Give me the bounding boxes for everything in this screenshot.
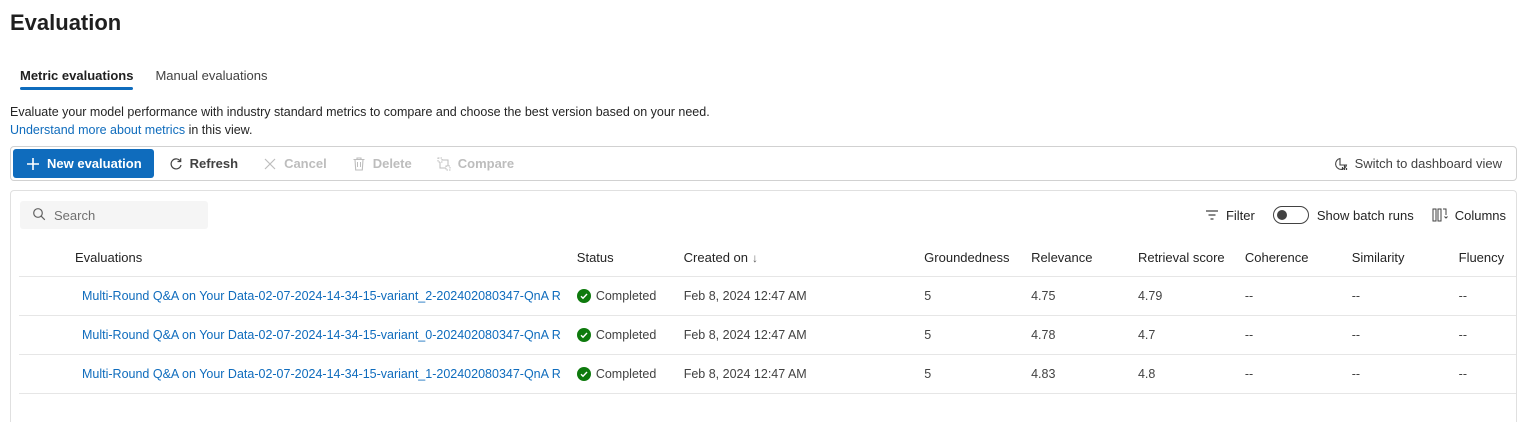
check-circle-icon [576,289,591,303]
similarity-cell: -- [1351,328,1361,342]
toggle-switch[interactable] [1272,206,1309,224]
header-created-on[interactable]: Created on ↓ [684,250,925,265]
filter-icon [1205,209,1219,221]
search-input[interactable] [54,207,194,223]
coherence-cell: -- [1244,367,1254,381]
show-batch-runs-label: Show batch runs [1316,207,1414,223]
columns-icon [1432,208,1448,222]
table-header-row: Evaluations Status Created on ↓ Groundedn… [19,238,1516,277]
status-text: Completed [595,367,657,381]
tab-list: Metric evaluations Manual evaluations [10,60,279,94]
status-text: Completed [595,289,657,303]
plus-icon [25,156,41,172]
header-groundedness[interactable]: Groundedness [924,250,1031,265]
refresh-icon [168,156,184,172]
created-on-cell: Feb 8, 2024 12:47 AM [683,328,807,342]
filter-label: Filter [1225,207,1255,223]
filter-button[interactable]: Filter [1205,208,1255,223]
coherence-cell: -- [1244,328,1254,342]
understand-metrics-link[interactable]: Understand more about metrics [10,123,185,137]
refresh-button[interactable]: Refresh [156,149,250,178]
show-batch-runs-toggle[interactable]: Show batch runs [1272,206,1414,224]
compare-label: Compare [457,156,515,171]
columns-label: Columns [1454,207,1506,223]
evaluation-name-link[interactable]: Multi-Round Q&A on Your Data-02-07-2024-… [19,289,577,303]
switch-dashboard-label: Switch to dashboard view [1354,156,1502,171]
fluency-cell: -- [1458,328,1467,342]
table-row[interactable]: Multi-Round Q&A on Your Data-02-07-2024-… [19,355,1516,394]
header-coherence[interactable]: Coherence [1245,250,1352,265]
trash-icon [351,156,367,172]
sort-descending-icon: ↓ [752,250,758,265]
fluency-cell: -- [1458,367,1467,381]
grid-toolbar: Filter Show batch runs Columns [1187,203,1506,227]
cancel-button[interactable]: Cancel [250,149,339,178]
cancel-label: Cancel [284,156,327,171]
table-row[interactable]: Multi-Round Q&A on Your Data-02-07-2024-… [19,277,1516,316]
switch-dashboard-view-button[interactable]: Switch to dashboard view [1321,149,1514,178]
new-evaluation-label: New evaluation [47,156,142,171]
command-bar: New evaluation Refresh Cancel Delete Com… [10,146,1517,181]
similarity-cell: -- [1351,367,1361,381]
status-cell: Completed [576,367,684,381]
compare-icon [436,156,452,172]
created-on-cell: Feb 8, 2024 12:47 AM [683,289,807,303]
new-evaluation-button[interactable]: New evaluation [13,149,154,178]
header-created-on-label: Created on [683,249,748,265]
refresh-label: Refresh [189,156,239,171]
groundedness-cell: 5 [924,289,932,303]
description-text: Evaluate your model performance with ind… [10,105,710,119]
retrieval-score-cell: 4.79 [1137,289,1163,303]
description-suffix: in this view. [185,123,253,137]
header-retrieval-score[interactable]: Retrieval score [1138,250,1245,265]
page-title: Evaluation [10,10,122,35]
columns-button[interactable]: Columns [1432,208,1506,223]
groundedness-cell: 5 [924,367,932,381]
page-description: Evaluate your model performance with ind… [10,103,710,139]
coherence-cell: -- [1244,289,1254,303]
relevance-cell: 4.75 [1031,289,1056,303]
header-similarity[interactable]: Similarity [1352,250,1459,265]
search-box[interactable] [20,201,208,229]
check-circle-icon [576,367,591,381]
tab-manual-evaluations[interactable]: Manual evaluations [145,60,277,92]
evaluations-grid: Filter Show batch runs Columns Evaluatio… [10,190,1517,422]
created-on-cell: Feb 8, 2024 12:47 AM [683,367,807,381]
tab-metric-evaluations[interactable]: Metric evaluations [10,60,143,92]
table-row[interactable]: Multi-Round Q&A on Your Data-02-07-2024-… [19,316,1516,355]
search-icon [32,207,46,224]
check-circle-icon [576,328,591,342]
delete-button[interactable]: Delete [339,149,424,178]
status-cell: Completed [576,328,684,342]
evaluations-table: Evaluations Status Created on ↓ Groundedn… [19,238,1516,394]
compare-button[interactable]: Compare [424,149,526,178]
header-status[interactable]: Status [577,250,684,265]
fluency-cell: -- [1458,289,1467,303]
retrieval-score-cell: 4.7 [1137,328,1156,342]
evaluation-name-link[interactable]: Multi-Round Q&A on Your Data-02-07-2024-… [19,367,577,381]
dashboard-icon [1333,156,1349,172]
header-evaluations[interactable]: Evaluations [19,250,577,265]
header-fluency[interactable]: Fluency [1459,250,1516,265]
similarity-cell: -- [1351,289,1361,303]
header-relevance[interactable]: Relevance [1031,250,1138,265]
evaluation-name-link[interactable]: Multi-Round Q&A on Your Data-02-07-2024-… [19,328,577,342]
delete-label: Delete [372,156,412,171]
retrieval-score-cell: 4.8 [1137,367,1156,381]
status-cell: Completed [576,289,684,303]
relevance-cell: 4.83 [1031,367,1056,381]
close-icon [262,156,278,172]
groundedness-cell: 5 [924,328,932,342]
status-text: Completed [595,328,657,342]
relevance-cell: 4.78 [1031,328,1056,342]
